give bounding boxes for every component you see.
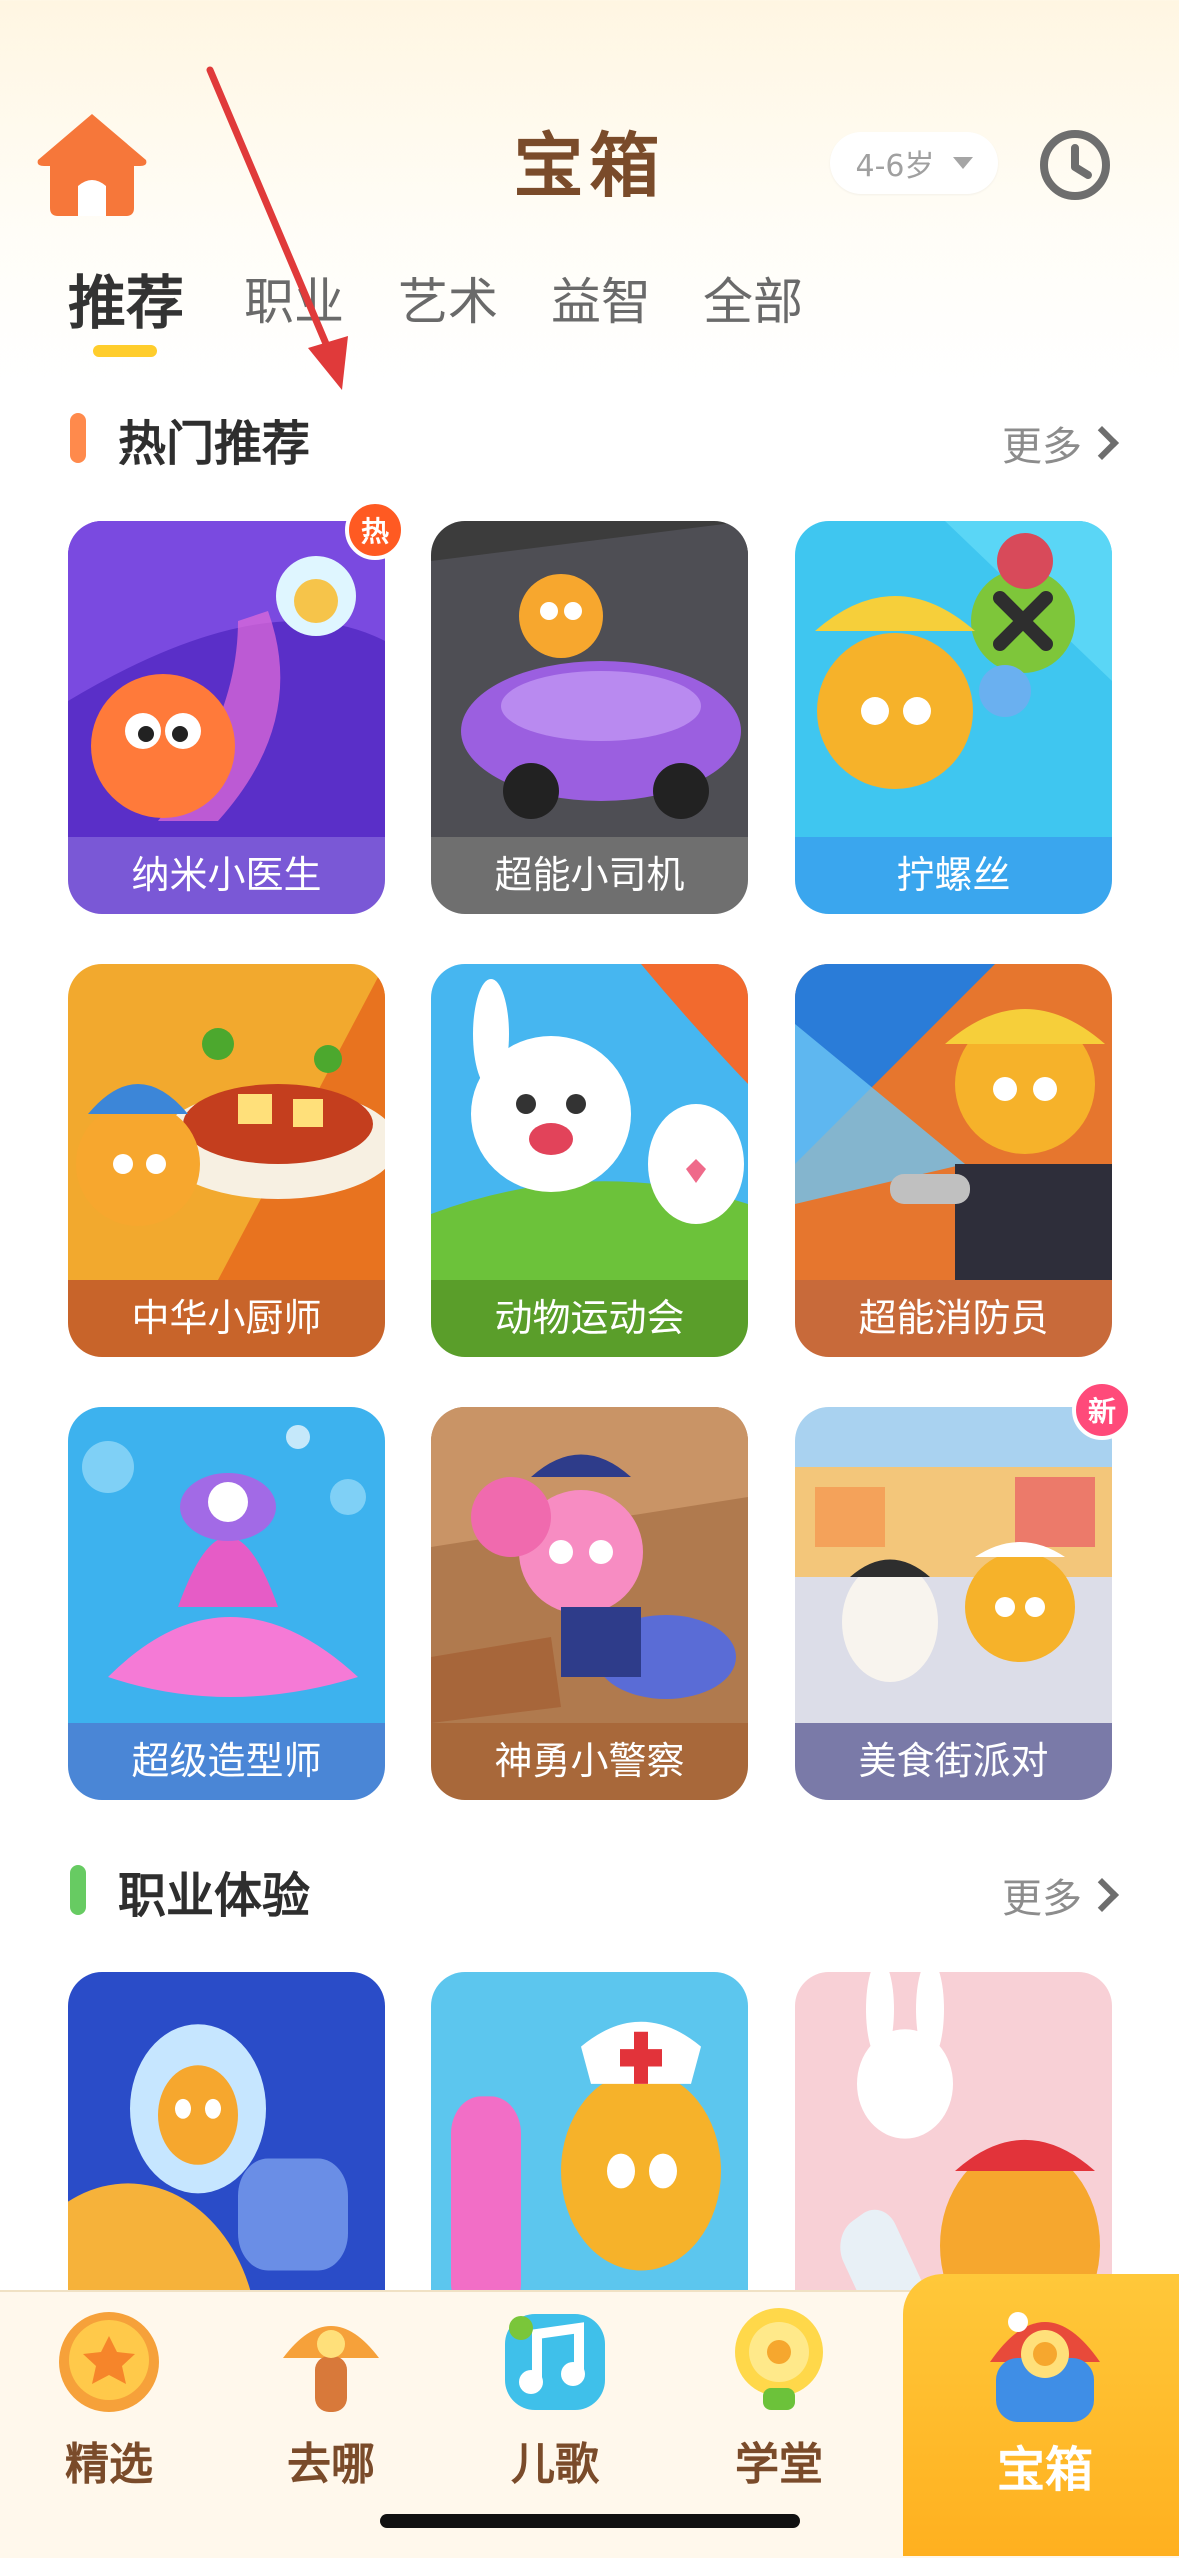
game-card-food-party[interactable]: 美食街派对: [795, 1407, 1112, 1800]
chevron-right-icon: [1085, 1878, 1119, 1912]
home-indicator: [380, 2514, 800, 2528]
more-label: 更多: [1002, 424, 1082, 470]
annotation-arrow: [206, 66, 348, 390]
nav-label: 精选: [65, 2439, 153, 2490]
game-art-firefighter: [795, 964, 1112, 1280]
game-card-police[interactable]: 神勇小警察: [431, 1407, 748, 1800]
game-card-label: 中华小厨师: [68, 1280, 385, 1357]
game-card-firefighter[interactable]: 超能消防员: [795, 964, 1112, 1357]
nav-label: 儿歌: [511, 2439, 599, 2490]
game-card-label: 拧螺丝: [795, 837, 1112, 914]
age-filter-select[interactable]: 4-6岁: [830, 132, 998, 194]
game-card-nano-doctor[interactable]: 纳米小医生: [68, 521, 385, 914]
game-art-food-party: [795, 1407, 1112, 1723]
game-art-stylist: [68, 1407, 385, 1723]
more-label: 更多: [1002, 1876, 1082, 1922]
nav-item-songs[interactable]: 儿歌: [475, 2300, 635, 2492]
nav-item-treasure[interactable]: 宝箱: [957, 2292, 1133, 2500]
nav-label: 宝箱: [996, 2442, 1093, 2498]
game-card-sports[interactable]: 动物运动会: [431, 964, 748, 1357]
more-link-hot[interactable]: 更多: [1002, 414, 1119, 472]
nav-item-school[interactable]: 学堂: [699, 2300, 859, 2492]
page-title: 宝箱: [513, 125, 666, 207]
section-title-career: 职业体验: [118, 1868, 311, 1924]
game-card-screws[interactable]: 拧螺丝: [795, 521, 1112, 914]
hot-badge: 热: [345, 500, 405, 560]
game-art-screws: [795, 521, 1112, 837]
history-button[interactable]: [1038, 128, 1112, 202]
game-art-nano-doctor: [68, 521, 385, 837]
music-note-icon: [505, 2314, 605, 2410]
section-title-hot: 热门推荐: [118, 416, 311, 472]
game-card-label: 动物运动会: [431, 1280, 748, 1357]
tab-recommended[interactable]: 推荐: [68, 256, 184, 340]
nav-item-featured[interactable]: 精选: [29, 2300, 189, 2492]
caret-down-icon: [952, 157, 973, 169]
game-card-label: 神勇小警察: [431, 1723, 748, 1800]
star-bubble-icon: [59, 2312, 159, 2412]
chevron-right-icon: [1085, 426, 1119, 460]
mushroom-icon: [283, 2326, 379, 2412]
game-art-sports: [431, 964, 748, 1280]
section-accent-bar: [70, 1865, 86, 1915]
game-card-label: 美食街派对: [795, 1723, 1112, 1800]
clock-icon: [1040, 130, 1110, 200]
new-badge: 新: [1072, 1380, 1132, 1440]
nav-item-explore[interactable]: 去哪: [251, 2300, 411, 2492]
game-card-label: 超能消防员: [795, 1280, 1112, 1357]
bulb-icon: [735, 2308, 823, 2410]
tab-all[interactable]: 全部: [703, 262, 803, 334]
nav-label: 学堂: [735, 2439, 823, 2490]
game-art-chef: [68, 964, 385, 1280]
game-card-chef[interactable]: 中华小厨师: [68, 964, 385, 1357]
tab-indicator: [93, 345, 157, 357]
game-art-super-driver: [431, 521, 748, 837]
age-filter-value: 4-6岁: [855, 149, 935, 184]
tab-puzzle[interactable]: 益智: [551, 262, 651, 334]
game-card-label: 超级造型师: [68, 1723, 385, 1800]
nav-label: 去哪: [287, 2439, 375, 2490]
game-card-label: 超能小司机: [431, 837, 748, 914]
game-card-stylist[interactable]: 超级造型师: [68, 1407, 385, 1800]
game-card-label: 纳米小医生: [68, 837, 385, 914]
game-art-police: [431, 1407, 748, 1723]
tab-art[interactable]: 艺术: [398, 262, 498, 334]
treasure-box-icon: [990, 2312, 1100, 2422]
section-accent-bar: [70, 413, 86, 463]
more-link-career[interactable]: 更多: [1002, 1866, 1119, 1924]
game-card-super-driver[interactable]: 超能小司机: [431, 521, 748, 914]
